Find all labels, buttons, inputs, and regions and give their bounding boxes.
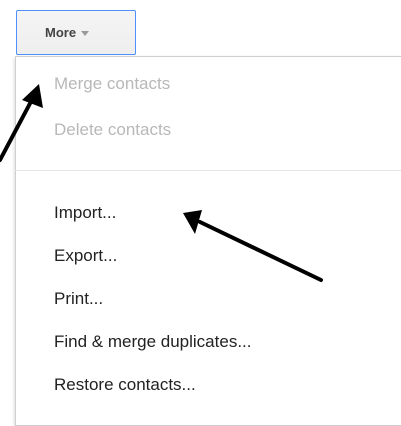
arrow-to-more-button-icon [0, 84, 43, 162]
annotation-arrows [0, 84, 323, 282]
arrow-to-import-icon [183, 210, 323, 282]
